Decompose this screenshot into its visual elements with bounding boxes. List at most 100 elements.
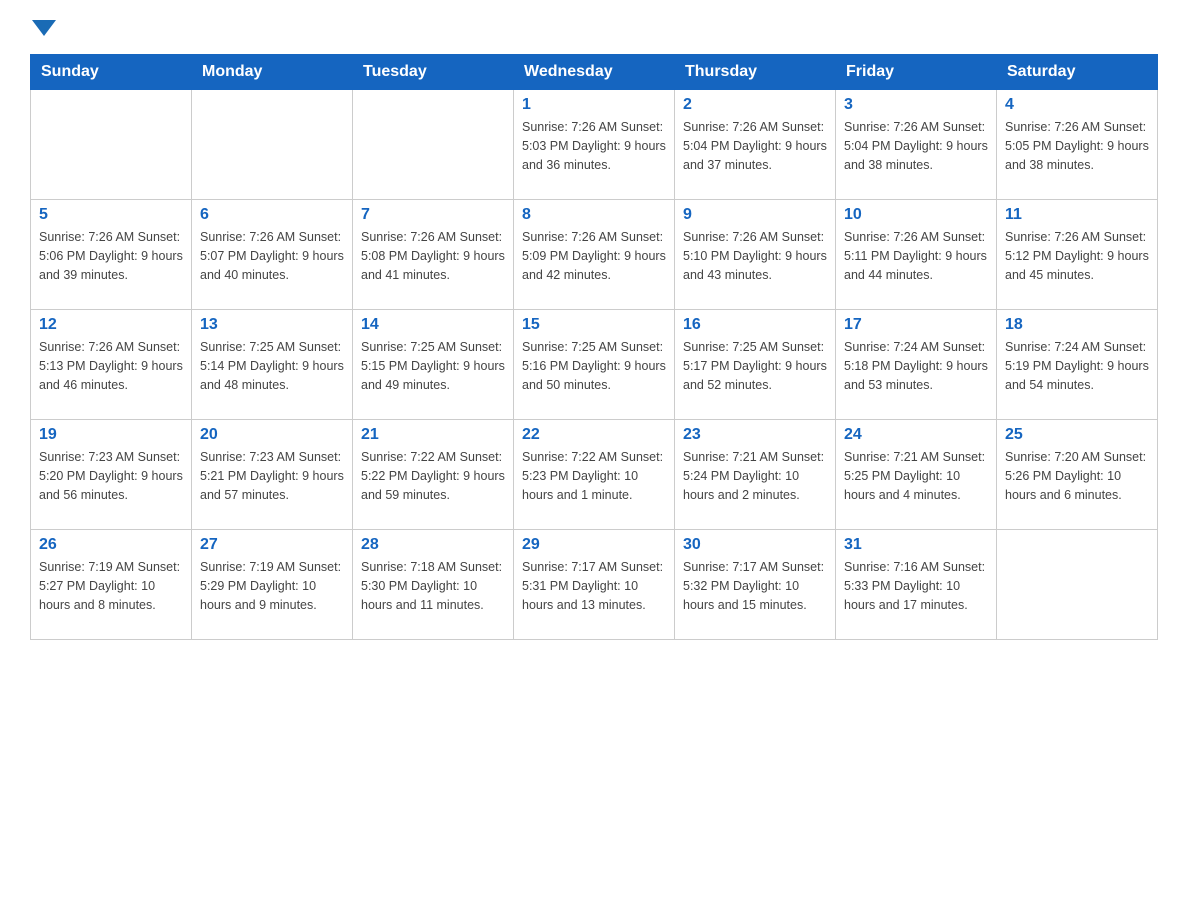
calendar-cell: 12 Sunrise: 7:26 AM Sunset: 5:13 PM Dayli…: [31, 310, 192, 420]
day-info: Sunrise: 7:21 AM Sunset: 5:25 PM Dayligh…: [844, 448, 988, 504]
calendar-week-row: 19Sunrise: 7:23 AM Sunset: 5:20 PM Dayli…: [31, 420, 1158, 530]
day-number: 31: [844, 536, 988, 554]
day-number: 3: [844, 96, 988, 114]
day-info: Sunrise: 7:26 AM Sunset: 5:04 PM Dayligh…: [683, 118, 827, 174]
day-number: 22: [522, 426, 666, 444]
day-info: Sunrise: 7:17 AM Sunset: 5:32 PM Dayligh…: [683, 558, 827, 614]
day-number: 18: [1005, 316, 1149, 334]
day-info: Sunrise: 7:19 AM Sunset: 5:27 PM Dayligh…: [39, 558, 183, 614]
calendar-cell: 6 Sunrise: 7:26 AM Sunset: 5:07 PM Daylig…: [192, 200, 353, 310]
calendar-cell: 24 Sunrise: 7:21 AM Sunset: 5:25 PM Dayli…: [836, 420, 997, 530]
page-header: [30, 20, 1158, 34]
calendar-header-row: SundayMondayTuesdayWednesdayThursdayFrid…: [31, 55, 1158, 90]
calendar-cell: 9 Sunrise: 7:26 AM Sunset: 5:10 PM Daylig…: [675, 200, 836, 310]
day-number: 24: [844, 426, 988, 444]
day-info: Sunrise: 7:19 AM Sunset: 5:29 PM Dayligh…: [200, 558, 344, 614]
day-info: Sunrise: 7:22 AM Sunset: 5:22 PM Dayligh…: [361, 448, 505, 504]
calendar-cell: 20Sunrise: 7:23 AM Sunset: 5:21 PM Dayli…: [192, 420, 353, 530]
day-number: 15: [522, 316, 666, 334]
day-number: 11: [1005, 206, 1149, 224]
calendar-week-row: 5 Sunrise: 7:26 AM Sunset: 5:06 PM Daylig…: [31, 200, 1158, 310]
day-info: Sunrise: 7:26 AM Sunset: 5:06 PM Dayligh…: [39, 228, 183, 284]
calendar-cell: 17 Sunrise: 7:24 AM Sunset: 5:18 PM Dayli…: [836, 310, 997, 420]
calendar-day-header: Thursday: [675, 55, 836, 90]
day-info: Sunrise: 7:25 AM Sunset: 5:14 PM Dayligh…: [200, 338, 344, 394]
day-info: Sunrise: 7:26 AM Sunset: 5:07 PM Dayligh…: [200, 228, 344, 284]
calendar-cell: 2 Sunrise: 7:26 AM Sunset: 5:04 PM Daylig…: [675, 90, 836, 200]
calendar-cell: 27 Sunrise: 7:19 AM Sunset: 5:29 PM Dayli…: [192, 530, 353, 640]
day-info: Sunrise: 7:22 AM Sunset: 5:23 PM Dayligh…: [522, 448, 666, 504]
calendar-cell: 11 Sunrise: 7:26 AM Sunset: 5:12 PM Dayli…: [997, 200, 1158, 310]
day-info: Sunrise: 7:26 AM Sunset: 5:12 PM Dayligh…: [1005, 228, 1149, 284]
calendar-cell: 1 Sunrise: 7:26 AM Sunset: 5:03 PM Daylig…: [514, 90, 675, 200]
day-number: 2: [683, 96, 827, 114]
day-number: 12: [39, 316, 183, 334]
calendar-day-header: Wednesday: [514, 55, 675, 90]
day-info: Sunrise: 7:26 AM Sunset: 5:10 PM Dayligh…: [683, 228, 827, 284]
day-number: 25: [1005, 426, 1149, 444]
calendar-cell: 31 Sunrise: 7:16 AM Sunset: 5:33 PM Dayli…: [836, 530, 997, 640]
calendar-cell: 5 Sunrise: 7:26 AM Sunset: 5:06 PM Daylig…: [31, 200, 192, 310]
calendar-table: SundayMondayTuesdayWednesdayThursdayFrid…: [30, 54, 1158, 640]
calendar-cell: 16Sunrise: 7:25 AM Sunset: 5:17 PM Dayli…: [675, 310, 836, 420]
calendar-cell: 10 Sunrise: 7:26 AM Sunset: 5:11 PM Dayli…: [836, 200, 997, 310]
day-info: Sunrise: 7:23 AM Sunset: 5:20 PM Dayligh…: [39, 448, 183, 504]
day-info: Sunrise: 7:21 AM Sunset: 5:24 PM Dayligh…: [683, 448, 827, 504]
calendar-cell: [31, 90, 192, 200]
logo: [30, 20, 56, 34]
day-number: 27: [200, 536, 344, 554]
calendar-day-header: Friday: [836, 55, 997, 90]
day-info: Sunrise: 7:26 AM Sunset: 5:08 PM Dayligh…: [361, 228, 505, 284]
calendar-cell: 30 Sunrise: 7:17 AM Sunset: 5:32 PM Dayli…: [675, 530, 836, 640]
day-number: 8: [522, 206, 666, 224]
logo-triangle-icon: [32, 20, 56, 36]
calendar-cell: 22 Sunrise: 7:22 AM Sunset: 5:23 PM Dayli…: [514, 420, 675, 530]
day-info: Sunrise: 7:24 AM Sunset: 5:19 PM Dayligh…: [1005, 338, 1149, 394]
day-info: Sunrise: 7:25 AM Sunset: 5:16 PM Dayligh…: [522, 338, 666, 394]
day-number: 20: [200, 426, 344, 444]
day-info: Sunrise: 7:16 AM Sunset: 5:33 PM Dayligh…: [844, 558, 988, 614]
calendar-day-header: Tuesday: [353, 55, 514, 90]
day-number: 7: [361, 206, 505, 224]
day-number: 17: [844, 316, 988, 334]
calendar-cell: 3 Sunrise: 7:26 AM Sunset: 5:04 PM Daylig…: [836, 90, 997, 200]
day-info: Sunrise: 7:26 AM Sunset: 5:03 PM Dayligh…: [522, 118, 666, 174]
calendar-cell: [997, 530, 1158, 640]
day-number: 6: [200, 206, 344, 224]
calendar-cell: 15 Sunrise: 7:25 AM Sunset: 5:16 PM Dayli…: [514, 310, 675, 420]
calendar-week-row: 1 Sunrise: 7:26 AM Sunset: 5:03 PM Daylig…: [31, 90, 1158, 200]
day-number: 10: [844, 206, 988, 224]
day-info: Sunrise: 7:26 AM Sunset: 5:13 PM Dayligh…: [39, 338, 183, 394]
day-number: 9: [683, 206, 827, 224]
calendar-cell: 13 Sunrise: 7:25 AM Sunset: 5:14 PM Dayli…: [192, 310, 353, 420]
calendar-cell: 4Sunrise: 7:26 AM Sunset: 5:05 PM Daylig…: [997, 90, 1158, 200]
calendar-cell: 23 Sunrise: 7:21 AM Sunset: 5:24 PM Dayli…: [675, 420, 836, 530]
day-number: 28: [361, 536, 505, 554]
day-info: Sunrise: 7:24 AM Sunset: 5:18 PM Dayligh…: [844, 338, 988, 394]
calendar-cell: 18 Sunrise: 7:24 AM Sunset: 5:19 PM Dayli…: [997, 310, 1158, 420]
day-number: 5: [39, 206, 183, 224]
day-number: 13: [200, 316, 344, 334]
day-number: 1: [522, 96, 666, 114]
day-info: Sunrise: 7:26 AM Sunset: 5:11 PM Dayligh…: [844, 228, 988, 284]
calendar-day-header: Saturday: [997, 55, 1158, 90]
calendar-cell: [192, 90, 353, 200]
day-number: 30: [683, 536, 827, 554]
day-number: 29: [522, 536, 666, 554]
day-info: Sunrise: 7:25 AM Sunset: 5:15 PM Dayligh…: [361, 338, 505, 394]
calendar-cell: 29 Sunrise: 7:17 AM Sunset: 5:31 PM Dayli…: [514, 530, 675, 640]
day-info: Sunrise: 7:20 AM Sunset: 5:26 PM Dayligh…: [1005, 448, 1149, 504]
calendar-cell: [353, 90, 514, 200]
day-number: 23: [683, 426, 827, 444]
day-info: Sunrise: 7:17 AM Sunset: 5:31 PM Dayligh…: [522, 558, 666, 614]
day-number: 4: [1005, 96, 1149, 114]
calendar-cell: 21Sunrise: 7:22 AM Sunset: 5:22 PM Dayli…: [353, 420, 514, 530]
calendar-cell: 19Sunrise: 7:23 AM Sunset: 5:20 PM Dayli…: [31, 420, 192, 530]
day-info: Sunrise: 7:26 AM Sunset: 5:09 PM Dayligh…: [522, 228, 666, 284]
day-number: 14: [361, 316, 505, 334]
day-number: 16: [683, 316, 827, 334]
calendar-week-row: 12 Sunrise: 7:26 AM Sunset: 5:13 PM Dayli…: [31, 310, 1158, 420]
calendar-day-header: Sunday: [31, 55, 192, 90]
day-info: Sunrise: 7:26 AM Sunset: 5:04 PM Dayligh…: [844, 118, 988, 174]
day-number: 26: [39, 536, 183, 554]
